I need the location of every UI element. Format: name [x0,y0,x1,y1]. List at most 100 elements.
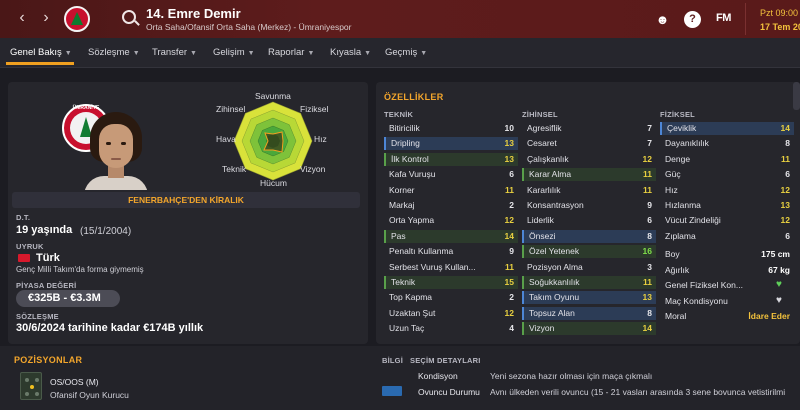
attribute-row[interactable]: Orta Yapma 12 [384,214,518,227]
help-icon[interactable]: ? [684,11,701,28]
attribute-row[interactable]: Dayanıklılık 8 [660,137,794,150]
info-name: Moral [665,311,687,322]
back-arrow-icon[interactable]: ‹ [14,9,30,27]
tab-compare[interactable]: Kıyasla ▼ [330,47,371,58]
attribute-value: 12 [504,215,514,226]
attribute-value: 8 [647,230,652,241]
attribute-row[interactable]: Çalışkanlık 12 [522,153,656,166]
pitch-position-icon [20,372,42,400]
info-row[interactable]: Boy 175 cm [660,248,794,261]
dob-label: D.T. [16,213,31,222]
attribute-row[interactable]: Korner 11 [384,184,518,197]
attribute-row[interactable]: Kararlılık 11 [522,184,656,197]
attribute-row[interactable]: Bitiricilik 10 [384,122,518,135]
attribute-row[interactable]: Cesaret 7 [522,137,656,150]
player-status-text: Avnı ülkeden verili ovuncu (15 - 21 vasl… [490,387,786,397]
attribute-row[interactable]: Vizyon 14 [522,322,656,336]
attribute-value: 12 [504,307,514,318]
date-box[interactable]: Pzt 09:00 17 Tem 20 [745,3,800,35]
radar-label-aerial: Hava [216,134,236,144]
attribute-row[interactable]: Güç 6 [660,168,794,181]
attribute-name: Teknik [391,277,416,287]
attribute-name: Pas [391,230,406,241]
attribute-row[interactable]: Serbest Vuruş Kullan... 11 [384,261,518,274]
forward-arrow-icon[interactable]: › [38,9,54,27]
attribute-row[interactable]: Top Kapma 2 [384,291,518,304]
attribute-name: Dayanıklılık [665,138,709,149]
attribute-row[interactable]: Teknik 15 [384,276,518,289]
nationality-label: UYRUK [16,242,44,251]
fm-logo-icon[interactable]: FM [716,12,731,24]
player-title: 14. Emre Demir [146,6,241,21]
attribute-row[interactable]: Hızlanma 13 [660,199,794,212]
attribute-name: İlk Kontrol [391,153,429,164]
condition-text: Yeni sezona hazır olması için maça çıkma… [490,371,653,381]
market-value-pill[interactable]: €325B - €3.3M [16,290,120,307]
attribute-name: Konsantrasyon [527,200,584,210]
attribute-row[interactable]: Liderlik 6 [522,214,656,227]
attribute-name: Özel Yetenek [529,246,580,257]
info-row[interactable]: Ağırlık 67 kg [660,264,794,277]
loan-status-bar[interactable]: FENERBAHÇE'DEN KİRALIK [12,192,360,208]
tab-info[interactable]: BİLGİ [382,356,403,365]
manager-icon[interactable]: ☻ [654,11,671,28]
tab-overview[interactable]: Genel Bakış ▼ [10,47,72,58]
attribute-row[interactable]: Çeviklik 14 [660,122,794,135]
club-badge-icon[interactable] [64,6,90,32]
player-portrait [82,112,150,190]
attribute-row[interactable]: Vücut Zindeliği 12 [660,214,794,227]
info-row[interactable]: Maç Kondisyonu ♥ [660,295,794,308]
scrollbar-handle[interactable] [793,82,800,110]
attribute-value: 2 [509,200,514,210]
tab-transfer[interactable]: Transfer ▼ [152,47,197,58]
attribute-row[interactable]: Takım Oyunu 13 [522,291,656,305]
radar-label-physical: Fiziksel [300,104,329,114]
attribute-row[interactable]: Pozisyon Alma 3 [522,261,656,274]
info-row[interactable]: Moral İdare Eder [660,310,794,323]
attribute-value: 14 [504,230,514,241]
attribute-row[interactable]: Soğukkanlılık 11 [522,276,656,289]
radar-label-speed: Hız [314,134,327,144]
attribute-value: 3 [647,261,652,272]
attribute-value: 14 [642,323,652,334]
physical-title: FİZİKSEL [660,110,695,119]
attribute-row[interactable]: Önsezi 8 [522,229,656,243]
attribute-name: Pozisyon Alma [527,261,583,272]
attribute-value: 11 [781,153,790,164]
attribute-row[interactable]: Uzaktan Şut 12 [384,307,518,320]
attribute-name: Takım Oyunu [529,292,580,303]
positions-title: POZİSYONLAR [14,355,83,365]
attribute-row[interactable]: Markaj 2 [384,199,518,212]
mental-title: ZİHİNSEL [522,110,558,119]
info-name: Ağırlık [665,264,690,275]
attribute-row[interactable]: İlk Kontrol 13 [384,152,518,166]
attribute-row[interactable]: Kafa Vuruşu 6 [384,168,518,181]
attribute-row[interactable]: Denge 11 [660,153,794,166]
attribute-row[interactable]: Topsuz Alan 8 [522,306,656,320]
attribute-row[interactable]: Özel Yetenek 16 [522,245,656,259]
attribute-row[interactable]: Karar Alma 11 [522,168,656,182]
main-position[interactable]: OS/OOS (M) [50,377,99,387]
attribute-row[interactable]: Dripling 13 [384,137,518,151]
tab-history[interactable]: Geçmiş ▼ [385,47,427,58]
attribute-row[interactable]: Penaltı Kullanma 9 [384,245,518,258]
attribute-row[interactable]: Zıplama 6 [660,230,794,243]
attribute-row[interactable]: Konsantrasyon 9 [522,199,656,212]
attribute-row[interactable]: Agresiflik 7 [522,122,656,135]
attribute-value: 8 [647,307,652,318]
attribute-name: Önsezi [529,230,556,241]
attributes-title: ÖZELLİKLER [384,92,444,102]
attribute-name: Orta Yapma [389,215,435,226]
search-icon[interactable] [122,10,136,24]
nationality-value[interactable]: Türk [36,252,60,264]
info-row[interactable]: Genel Fiziksel Kon... ♥ [660,279,794,292]
attribute-row[interactable]: Hız 12 [660,184,794,197]
tab-contract[interactable]: Sözleşme ▼ [88,47,140,58]
attribute-value: 9 [509,246,514,257]
tab-selection-details[interactable]: SEÇİM DETAYLARI [410,356,481,365]
info-value: 175 cm [761,249,790,259]
attribute-row[interactable]: Pas 14 [384,229,518,243]
tab-reports[interactable]: Raporlar ▼ [268,47,314,58]
attribute-row[interactable]: Uzun Taç 4 [384,322,518,335]
tab-development[interactable]: Gelişim ▼ [213,47,255,58]
